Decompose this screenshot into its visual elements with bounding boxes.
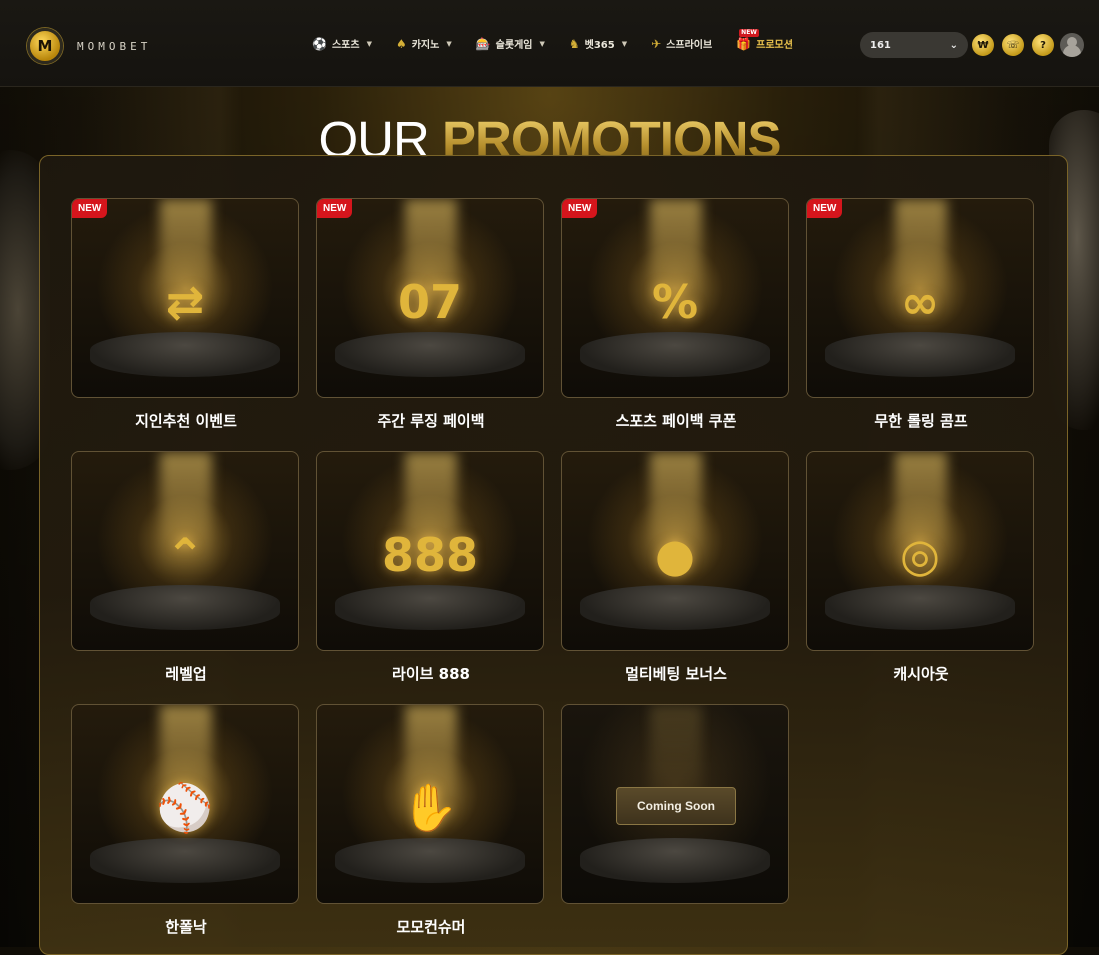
stone-pedestal <box>90 838 280 883</box>
plane-icon: ✈ <box>651 36 662 51</box>
promotion-image[interactable]: ⌃ <box>71 451 299 651</box>
stone-pedestal <box>335 585 525 630</box>
promotion-title[interactable]: 멀티베팅 보너스 <box>561 663 791 684</box>
promotion-art-icon: ⇄ <box>165 274 205 329</box>
promotion-card[interactable]: ✋ 모모컨슈머 <box>316 704 546 936</box>
stone-pedestal <box>825 332 1015 377</box>
promotion-title[interactable]: 스포츠 페이백 쿠폰 <box>561 410 791 431</box>
stone-pedestal <box>825 585 1015 630</box>
promotion-card[interactable]: ⚾ 한폴낙 <box>71 704 301 936</box>
promotion-art-icon: ⚾ <box>156 780 214 835</box>
spade-icon: ♠ <box>395 36 407 51</box>
nav-item-5[interactable]: NEW 🎁 프로모션 <box>736 29 793 51</box>
promotions-grid: NEW ⇄ 지인추천 이벤트 NEW 07 주간 루징 페이백 NEW% 스포츠 페이백 쿠폰… <box>71 198 1036 936</box>
logo[interactable]: M MOMOBET <box>27 28 151 64</box>
new-badge: NEW <box>807 199 843 218</box>
nav-new-badge: NEW <box>739 29 759 37</box>
nav-item-1[interactable]: ♠ 카지노 ▼ <box>395 36 452 52</box>
promotion-image[interactable]: 888 <box>316 451 544 651</box>
promotion-art-icon: 888 <box>381 527 479 582</box>
promotion-art-icon: ∞ <box>900 274 940 329</box>
promotion-image[interactable]: NEW 07 <box>316 198 544 398</box>
promotion-title[interactable]: 무한 롤링 콤프 <box>806 410 1036 431</box>
gift-icon: 🎁 <box>736 36 752 51</box>
new-badge: NEW <box>317 199 353 218</box>
soccer-ball-icon: ⚽ <box>312 36 327 51</box>
promotion-art-icon: ● <box>654 527 696 582</box>
nav-label: 스포츠 <box>331 40 360 51</box>
nav-item-3[interactable]: ♞ 벳365 ▼ <box>568 36 628 52</box>
caret-down-icon: ▼ <box>539 39 545 48</box>
promotion-card[interactable]: NEW% 스포츠 페이백 쿠폰 <box>561 198 791 430</box>
promotion-image[interactable]: ⚾ <box>71 704 299 904</box>
coming-soon-button: Coming Soon <box>616 787 736 825</box>
nav-label: 스프라이브 <box>666 40 713 51</box>
promotion-art-icon: 07 <box>397 274 463 329</box>
stone-pedestal <box>90 585 280 630</box>
nav-item-0[interactable]: ⚽ 스포츠 ▼ <box>312 36 372 52</box>
promotion-card[interactable]: NEW 07 주간 루징 페이백 <box>316 198 546 430</box>
promotion-image[interactable]: ◎ <box>806 451 1034 651</box>
promotion-title[interactable]: 캐시아웃 <box>806 663 1036 684</box>
logo-badge-icon: M <box>27 28 63 64</box>
promotion-card[interactable]: ◎ 캐시아웃 <box>806 451 1036 683</box>
promotion-title[interactable]: 지인추천 이벤트 <box>71 410 301 431</box>
balance-selector[interactable]: 161 ⌄ <box>860 32 968 58</box>
coming-soon-image: Coming Soon <box>561 704 789 904</box>
top-navigation-bar: M MOMOBET ⚽ 스포츠 ▼ ♠ 카지노 ▼ 🎰 슬롯게임 ▼ ♞ 벳365 ▼ ✈ 스프라이브 NE… <box>0 0 1099 87</box>
coming-soon-card: Coming Soon <box>561 704 791 904</box>
promotion-image[interactable]: NEW ⇄ <box>71 198 299 398</box>
slot-machine-icon: 🎰 <box>475 36 491 51</box>
promotion-card[interactable]: ⌃ 레벨업 <box>71 451 301 683</box>
stone-pedestal <box>335 332 525 377</box>
chess-knight-icon: ♞ <box>568 36 580 51</box>
nav-label: 프로모션 <box>756 40 793 51</box>
promotion-title[interactable]: 라이브 888 <box>316 663 546 684</box>
stone-pedestal <box>580 332 770 377</box>
wallet-icon[interactable]: ₩ <box>972 34 994 56</box>
nav-item-4[interactable]: ✈ 스프라이브 <box>651 36 713 52</box>
promotion-art-icon: ✋ <box>401 780 459 835</box>
nav-label: 카지노 <box>411 40 440 51</box>
promotion-card[interactable]: ● 멀티베팅 보너스 <box>561 451 791 683</box>
nav-label: 슬롯게임 <box>495 40 533 51</box>
promotion-card[interactable]: NEW ∞ 무한 롤링 콤프 <box>806 198 1036 430</box>
stone-pedestal <box>580 838 770 883</box>
caret-down-icon: ▼ <box>366 39 372 48</box>
help-icon[interactable]: ? <box>1032 34 1054 56</box>
promotions-panel: NEW ⇄ 지인추천 이벤트 NEW 07 주간 루징 페이백 NEW% 스포츠 페이백 쿠폰… <box>39 155 1068 955</box>
nav-label: 벳365 <box>584 40 615 51</box>
promotion-title[interactable]: 레벨업 <box>71 663 301 684</box>
promotion-image[interactable]: ✋ <box>316 704 544 904</box>
promotion-card[interactable]: 888 라이브 888 <box>316 451 546 683</box>
promotion-art-icon: % <box>651 274 699 329</box>
promotion-card[interactable]: NEW ⇄ 지인추천 이벤트 <box>71 198 301 430</box>
new-badge: NEW <box>562 199 598 218</box>
promotion-image[interactable]: ● <box>561 451 789 651</box>
stone-pedestal <box>580 585 770 630</box>
promotion-title[interactable]: 한폴낙 <box>71 916 301 937</box>
promotion-title[interactable]: 주간 루징 페이백 <box>316 410 546 431</box>
user-avatar-icon[interactable] <box>1060 33 1084 57</box>
stone-pedestal <box>90 332 280 377</box>
chevron-down-icon: ⌄ <box>949 39 958 51</box>
nav-item-2[interactable]: 🎰 슬롯게임 ▼ <box>475 36 545 52</box>
main-nav: ⚽ 스포츠 ▼ ♠ 카지노 ▼ 🎰 슬롯게임 ▼ ♞ 벳365 ▼ ✈ 스프라이브 NEW 🎁 프로모션 <box>312 29 817 52</box>
promotion-art-icon: ⌃ <box>165 527 205 582</box>
promotion-art-icon: ◎ <box>899 527 941 582</box>
balance-value: 161 <box>870 39 891 51</box>
promotion-title[interactable]: 모모컨슈머 <box>316 916 546 937</box>
stone-pedestal <box>335 838 525 883</box>
new-badge: NEW <box>72 199 108 218</box>
caret-down-icon: ▼ <box>446 39 452 48</box>
promotion-image[interactable]: NEW% <box>561 198 789 398</box>
caret-down-icon: ▼ <box>621 39 628 48</box>
promotion-image[interactable]: NEW ∞ <box>806 198 1034 398</box>
brand-name: MOMOBET <box>77 39 152 53</box>
headset-icon[interactable]: ☏ <box>1002 34 1024 56</box>
